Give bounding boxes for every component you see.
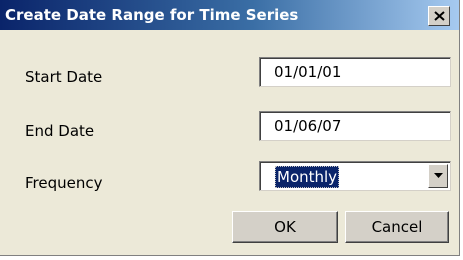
ok-button[interactable]: OK [232,211,338,243]
title-bar[interactable]: Create Date Range for Time Series [0,0,459,30]
end-date-field[interactable] [259,111,451,141]
start-date-field[interactable] [259,57,451,87]
dialog-title: Create Date Range for Time Series [5,6,299,24]
close-icon [434,11,445,21]
chevron-down-icon [434,173,443,178]
frequency-label: Frequency [25,174,103,192]
close-button[interactable] [428,6,450,26]
dropdown-button[interactable] [428,164,448,188]
end-date-label: End Date [25,122,95,140]
frequency-selected-value: Monthly [275,166,340,188]
frequency-select[interactable]: Monthly [259,161,451,191]
start-date-label: Start Date [25,68,103,86]
dialog-window: Create Date Range for Time Series Start … [0,0,460,256]
cancel-button[interactable]: Cancel [345,211,449,243]
end-date-input[interactable] [274,117,444,135]
start-date-input[interactable] [274,63,444,81]
